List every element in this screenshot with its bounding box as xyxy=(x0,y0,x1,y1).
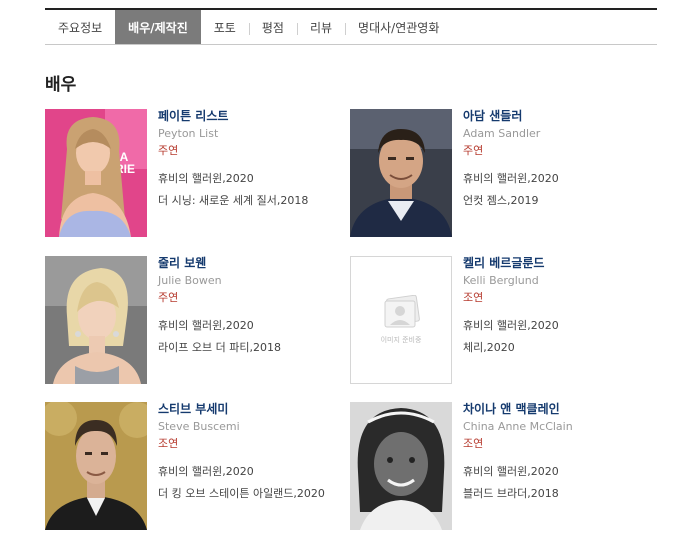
cast-info: 아담 샌들러 Adam Sandler 주연 휴비의 핼러윈,2020 언컷 젬… xyxy=(463,109,663,208)
tab-photo[interactable]: 포토 xyxy=(201,10,249,44)
cast-card: CA RIE 페이튼 리스트 Peyton List 주연 휴비의 핼러윈,20… xyxy=(45,109,345,237)
actor-english-name: China Anne McClain xyxy=(463,420,573,433)
actor-english-name: Steve Buscemi xyxy=(158,420,240,433)
actor-role: 주연 xyxy=(463,144,484,157)
actor-english-name: Julie Bowen xyxy=(158,274,222,287)
filmography-item: 언컷 젬스,2019 xyxy=(463,194,539,207)
actor-photo[interactable] xyxy=(350,402,452,530)
cast-info: 스티브 부세미 Steve Buscemi 조연 휴비의 핼러윈,2020 더 … xyxy=(158,402,358,501)
actor-english-name: Adam Sandler xyxy=(463,127,541,140)
placeholder-icon xyxy=(384,295,420,328)
actor-name-link[interactable]: 차이나 앤 맥클레인 xyxy=(463,402,663,416)
tab-cast-crew[interactable]: 배우/제작진 xyxy=(115,10,201,44)
tab-review[interactable]: 리뷰 xyxy=(296,10,345,44)
cast-card: 아담 샌들러 Adam Sandler 주연 휴비의 핼러윈,2020 언컷 젬… xyxy=(350,109,650,237)
actor-role: 조연 xyxy=(158,437,179,450)
filmography-item: 휴비의 핼러윈,2020 xyxy=(158,465,254,478)
image-placeholder[interactable]: 이미지 준비중 xyxy=(350,256,452,384)
tab-rating[interactable]: 평점 xyxy=(248,10,297,44)
cast-card: 줄리 보웬 Julie Bowen 주연 휴비의 핼러윈,2020 라이프 오브… xyxy=(45,256,345,384)
actor-photo[interactable] xyxy=(350,109,452,237)
cast-info: 줄리 보웬 Julie Bowen 주연 휴비의 핼러윈,2020 라이프 오브… xyxy=(158,256,358,355)
filmography-item: 휴비의 핼러윈,2020 xyxy=(158,172,254,185)
filmography-item: 휴비의 핼러윈,2020 xyxy=(463,319,559,332)
movie-tab-bar: 주요정보 배우/제작진 포토 평점 리뷰 명대사/연관영화 xyxy=(45,8,657,45)
actor-english-name: Peyton List xyxy=(158,127,219,140)
cast-info: 켈리 베르글룬드 Kelli Berglund 조연 휴비의 핼러윈,2020 … xyxy=(463,256,663,355)
tab-main-info[interactable]: 주요정보 xyxy=(45,10,115,44)
actor-photo[interactable] xyxy=(45,402,147,530)
actor-english-name: Kelli Berglund xyxy=(463,274,539,287)
actor-photo[interactable]: CA RIE xyxy=(45,109,147,237)
cast-card: 스티브 부세미 Steve Buscemi 조연 휴비의 핼러윈,2020 더 … xyxy=(45,402,345,530)
cast-info: 페이튼 리스트 Peyton List 주연 휴비의 핼러윈,2020 더 시닝… xyxy=(158,109,358,208)
actor-photo[interactable] xyxy=(45,256,147,384)
filmography-item: 체리,2020 xyxy=(463,341,515,354)
cast-info: 차이나 앤 맥클레인 China Anne McClain 조연 휴비의 핼러윈… xyxy=(463,402,663,501)
filmography-item: 더 시닝: 새로운 세계 질서,2018 xyxy=(158,194,309,207)
filmography-item: 휴비의 핼러윈,2020 xyxy=(158,319,254,332)
section-title-actors: 배우 xyxy=(45,75,77,95)
actor-role: 주연 xyxy=(158,291,179,304)
filmography-item: 블러드 브라더,2018 xyxy=(463,487,559,500)
actor-name-link[interactable]: 켈리 베르글룬드 xyxy=(463,256,663,270)
filmography-item: 휴비의 핼러윈,2020 xyxy=(463,465,559,478)
actor-role: 조연 xyxy=(463,437,484,450)
actor-role: 주연 xyxy=(158,144,179,157)
actor-name-link[interactable]: 줄리 보웬 xyxy=(158,256,358,270)
placeholder-text: 이미지 준비중 xyxy=(380,336,422,344)
cast-card: 차이나 앤 맥클레인 China Anne McClain 조연 휴비의 핼러윈… xyxy=(350,402,650,530)
actor-name-link[interactable]: 페이튼 리스트 xyxy=(158,109,358,123)
filmography-item: 휴비의 핼러윈,2020 xyxy=(463,172,559,185)
actor-role: 조연 xyxy=(463,291,484,304)
tab-quotes-related[interactable]: 명대사/연관영화 xyxy=(345,10,452,44)
actor-name-link[interactable]: 스티브 부세미 xyxy=(158,402,358,416)
cast-card: 이미지 준비중 켈리 베르글룬드 Kelli Berglund 조연 휴비의 핼… xyxy=(350,256,650,384)
filmography-item: 라이프 오브 더 파티,2018 xyxy=(158,341,281,354)
actor-name-link[interactable]: 아담 샌들러 xyxy=(463,109,663,123)
filmography-item: 더 킹 오브 스테이튼 아일랜드,2020 xyxy=(158,487,325,500)
